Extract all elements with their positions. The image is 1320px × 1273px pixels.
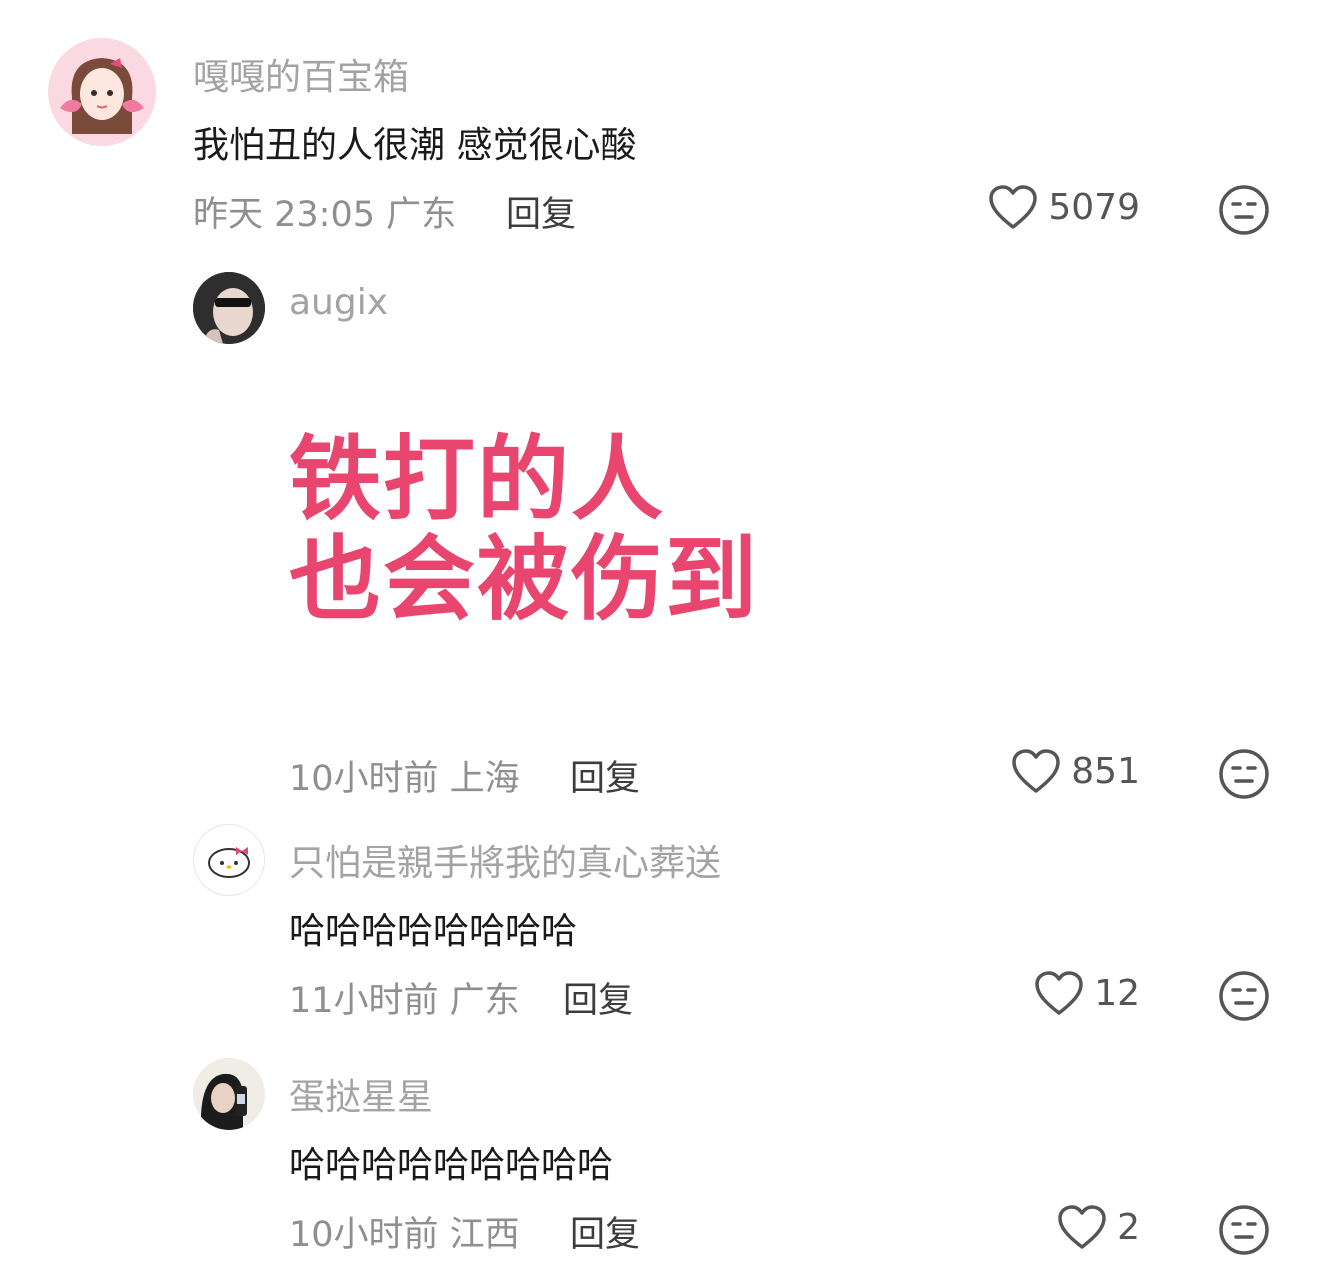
reply-button[interactable]: 回复	[570, 1206, 640, 1257]
like-button[interactable]: 12	[1034, 970, 1140, 1016]
meh-face-icon	[1219, 185, 1269, 235]
comment-username[interactable]: augix	[289, 282, 388, 323]
comment-time-location: 10小时前 上海	[289, 759, 520, 799]
avatar[interactable]	[48, 38, 156, 146]
avatar[interactable]	[193, 1058, 265, 1130]
meh-face-icon	[1219, 971, 1269, 1021]
comment-text: 我怕丑的人很潮 感觉很心酸	[193, 125, 637, 166]
comment-username[interactable]: 蛋挞星星	[289, 1068, 433, 1120]
dislike-button[interactable]	[1218, 748, 1270, 800]
meh-face-icon	[1219, 1205, 1269, 1255]
like-button[interactable]: 2	[1057, 1204, 1140, 1250]
avatar[interactable]	[193, 824, 265, 896]
like-count: 5079	[1048, 186, 1140, 228]
heart-outline-icon	[1012, 749, 1061, 793]
like-count: 851	[1071, 750, 1140, 792]
comment-username[interactable]: 只怕是親手將我的真心葬送	[289, 834, 721, 886]
like-button[interactable]: 5079	[988, 184, 1140, 230]
like-count: 2	[1117, 1206, 1140, 1248]
comment-text: 哈哈哈哈哈哈哈哈	[289, 911, 578, 952]
comment-text: 哈哈哈哈哈哈哈哈哈	[289, 1145, 614, 1186]
heart-outline-icon	[989, 185, 1038, 229]
heart-outline-icon	[1035, 971, 1083, 1015]
image-text-line: 也会被伤到	[289, 526, 760, 633]
meh-face-icon	[1219, 749, 1269, 799]
comment-time-location: 10小时前 江西	[289, 1215, 520, 1255]
dislike-button[interactable]	[1218, 184, 1270, 236]
like-button[interactable]: 851	[1011, 748, 1140, 794]
image-text-line: 铁打的人	[289, 426, 666, 533]
reply-button[interactable]: 回复	[506, 186, 576, 237]
comment-time-location: 11小时前 广东	[289, 981, 520, 1021]
avatar[interactable]	[193, 272, 265, 344]
like-count: 12	[1094, 972, 1140, 1014]
dislike-button[interactable]	[1218, 1204, 1270, 1256]
heart-outline-icon	[1058, 1205, 1106, 1249]
comment-time-location: 昨天 23:05 广东	[193, 195, 457, 235]
reply-button[interactable]: 回复	[563, 972, 633, 1023]
comment-username[interactable]: 嘎嘎的百宝箱	[193, 48, 409, 100]
comment-image[interactable]: 铁打的人 也会被伤到	[289, 430, 809, 650]
dislike-button[interactable]	[1218, 970, 1270, 1022]
reply-button[interactable]: 回复	[570, 750, 640, 801]
